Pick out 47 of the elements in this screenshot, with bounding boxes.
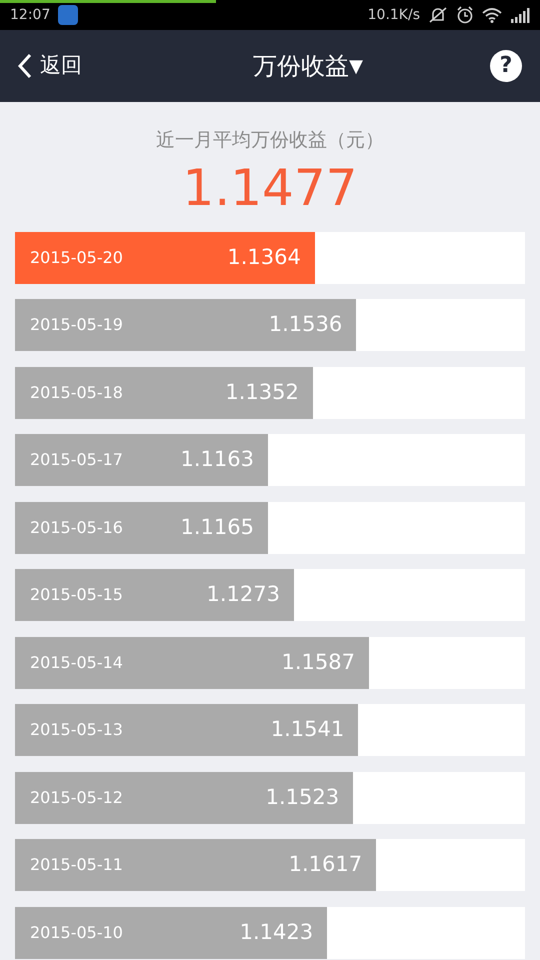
caret-icon: ▼ bbox=[349, 52, 363, 80]
date-label: 2015-05-19 bbox=[30, 314, 123, 336]
help-button[interactable]: ? bbox=[490, 50, 522, 82]
value-label: 1.1587 bbox=[281, 648, 355, 676]
bar-fill[interactable]: 2015-05-12 1.1523 bbox=[15, 772, 354, 824]
bar-fill[interactable]: 2015-05-16 1.1165 bbox=[15, 502, 268, 554]
value-label: 1.1165 bbox=[180, 514, 254, 541]
clock: 12:07 bbox=[10, 6, 50, 24]
title-dropdown[interactable]: 万份收益▼ bbox=[253, 48, 363, 84]
value-label: 1.1352 bbox=[225, 378, 299, 406]
bar-fill[interactable]: 2015-05-19 1.1536 bbox=[15, 299, 356, 351]
back-icon bbox=[18, 53, 32, 79]
bar-fill[interactable]: 2015-05-18 1.1352 bbox=[15, 366, 313, 418]
bar-fill[interactable]: 2015-05-13 1.1541 bbox=[15, 704, 358, 756]
bar-fill[interactable]: 2015-05-10 1.1423 bbox=[15, 906, 328, 958]
date-label: 2015-05-20 bbox=[30, 246, 123, 268]
date-label: 2015-05-17 bbox=[30, 449, 123, 471]
average-value: 1.1477 bbox=[182, 160, 358, 216]
bar-fill[interactable]: 2015-05-20 1.1364 bbox=[15, 232, 315, 284]
summary-label: 近一月平均万份收益（元） bbox=[156, 128, 384, 153]
date-label: 2015-05-18 bbox=[30, 382, 123, 404]
date-label: 2015-05-13 bbox=[30, 719, 123, 741]
value-label: 1.1523 bbox=[266, 784, 340, 811]
network-speed: 10.1K/s bbox=[368, 6, 420, 24]
date-label: 2015-05-15 bbox=[30, 584, 123, 606]
value-label: 1.1364 bbox=[227, 244, 301, 271]
bar-fill[interactable]: 2015-05-15 1.1273 bbox=[15, 569, 294, 621]
bar-fill[interactable]: 2015-05-17 1.1163 bbox=[15, 434, 268, 486]
date-label: 2015-05-12 bbox=[30, 786, 123, 808]
mute-icon bbox=[428, 6, 448, 24]
bar-fill[interactable]: 2015-05-14 1.1587 bbox=[15, 636, 369, 688]
app-icon bbox=[58, 5, 78, 25]
date-label: 2015-05-14 bbox=[30, 652, 123, 674]
date-label: 2015-05-10 bbox=[30, 922, 123, 944]
bar-fill[interactable]: 2015-05-11 1.1617 bbox=[15, 839, 376, 891]
value-label: 1.1273 bbox=[206, 581, 280, 608]
back-button[interactable]: 返回 bbox=[18, 50, 82, 82]
date-label: 2015-05-11 bbox=[30, 854, 123, 876]
value-label: 1.1163 bbox=[180, 446, 254, 474]
signal-icon bbox=[510, 7, 530, 23]
alarm-icon bbox=[456, 6, 474, 24]
value-label: 1.1536 bbox=[268, 311, 342, 338]
value-label: 1.1541 bbox=[270, 716, 344, 744]
date-label: 2015-05-16 bbox=[30, 516, 123, 538]
value-label: 1.1423 bbox=[240, 918, 314, 946]
wifi-icon bbox=[482, 7, 502, 23]
value-label: 1.1617 bbox=[288, 851, 362, 878]
